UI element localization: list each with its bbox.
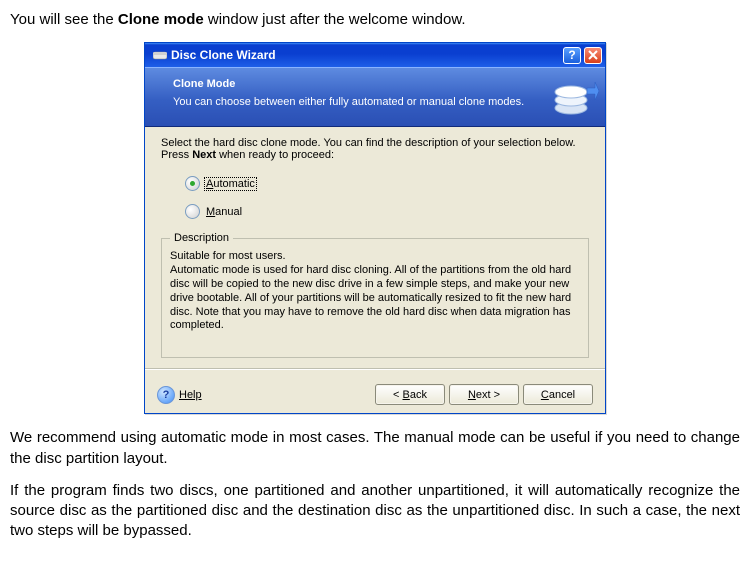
description-body: Automatic mode is used for hard disc clo… xyxy=(170,264,580,333)
doc-paragraph-3: If the program finds two discs, one part… xyxy=(10,481,740,542)
cancel-button[interactable]: Cancel xyxy=(523,384,593,405)
titlebar-help-button[interactable]: ? xyxy=(563,47,581,64)
doc-paragraph-1: You will see the Clone mode window just … xyxy=(10,10,740,30)
description-summary: Suitable for most users. xyxy=(170,250,580,262)
separator xyxy=(145,368,605,370)
text: You will see the xyxy=(10,11,118,28)
app-icon xyxy=(153,48,167,62)
titlebar: Disc Clone Wizard ? xyxy=(145,43,605,67)
instruction-text: Select the hard disc clone mode. You can… xyxy=(161,137,589,161)
radio-automatic[interactable]: Automatic xyxy=(161,172,589,194)
help-label: Help xyxy=(179,389,202,401)
next-button[interactable]: Next > xyxy=(449,384,519,405)
close-icon xyxy=(588,50,598,60)
wizard-body: Select the hard disc clone mode. You can… xyxy=(145,127,605,376)
disc-clone-icon xyxy=(551,74,599,122)
radio-manual[interactable]: Manual xyxy=(161,200,589,222)
wizard-banner: Clone Mode You can choose between either… xyxy=(145,67,605,127)
banner-title: Clone Mode xyxy=(173,78,533,90)
text: when ready to proceed: xyxy=(216,149,334,161)
bold-text: Clone mode xyxy=(118,11,204,28)
bold-text: Next xyxy=(192,149,216,161)
titlebar-close-button[interactable] xyxy=(584,47,602,64)
wizard-footer: ? Help < Back Next > Cancel xyxy=(145,376,605,413)
radio-indicator-icon xyxy=(185,204,200,219)
banner-subtitle: You can choose between either fully auto… xyxy=(173,96,533,108)
help-link[interactable]: ? Help xyxy=(157,386,202,404)
wizard-window: Disc Clone Wizard ? Clone Mode You can c… xyxy=(144,42,606,414)
radio-indicator-icon xyxy=(185,176,200,191)
window-title: Disc Clone Wizard xyxy=(167,48,563,62)
back-button[interactable]: < Back xyxy=(375,384,445,405)
group-legend: Description xyxy=(170,232,233,244)
description-group: Description Suitable for most users. Aut… xyxy=(161,232,589,358)
help-icon: ? xyxy=(157,386,175,404)
text: window just after the welcome window. xyxy=(204,11,466,28)
radio-label: Automatic xyxy=(204,177,257,191)
doc-paragraph-2: We recommend using automatic mode in mos… xyxy=(10,428,740,469)
radio-label: Manual xyxy=(204,206,244,218)
